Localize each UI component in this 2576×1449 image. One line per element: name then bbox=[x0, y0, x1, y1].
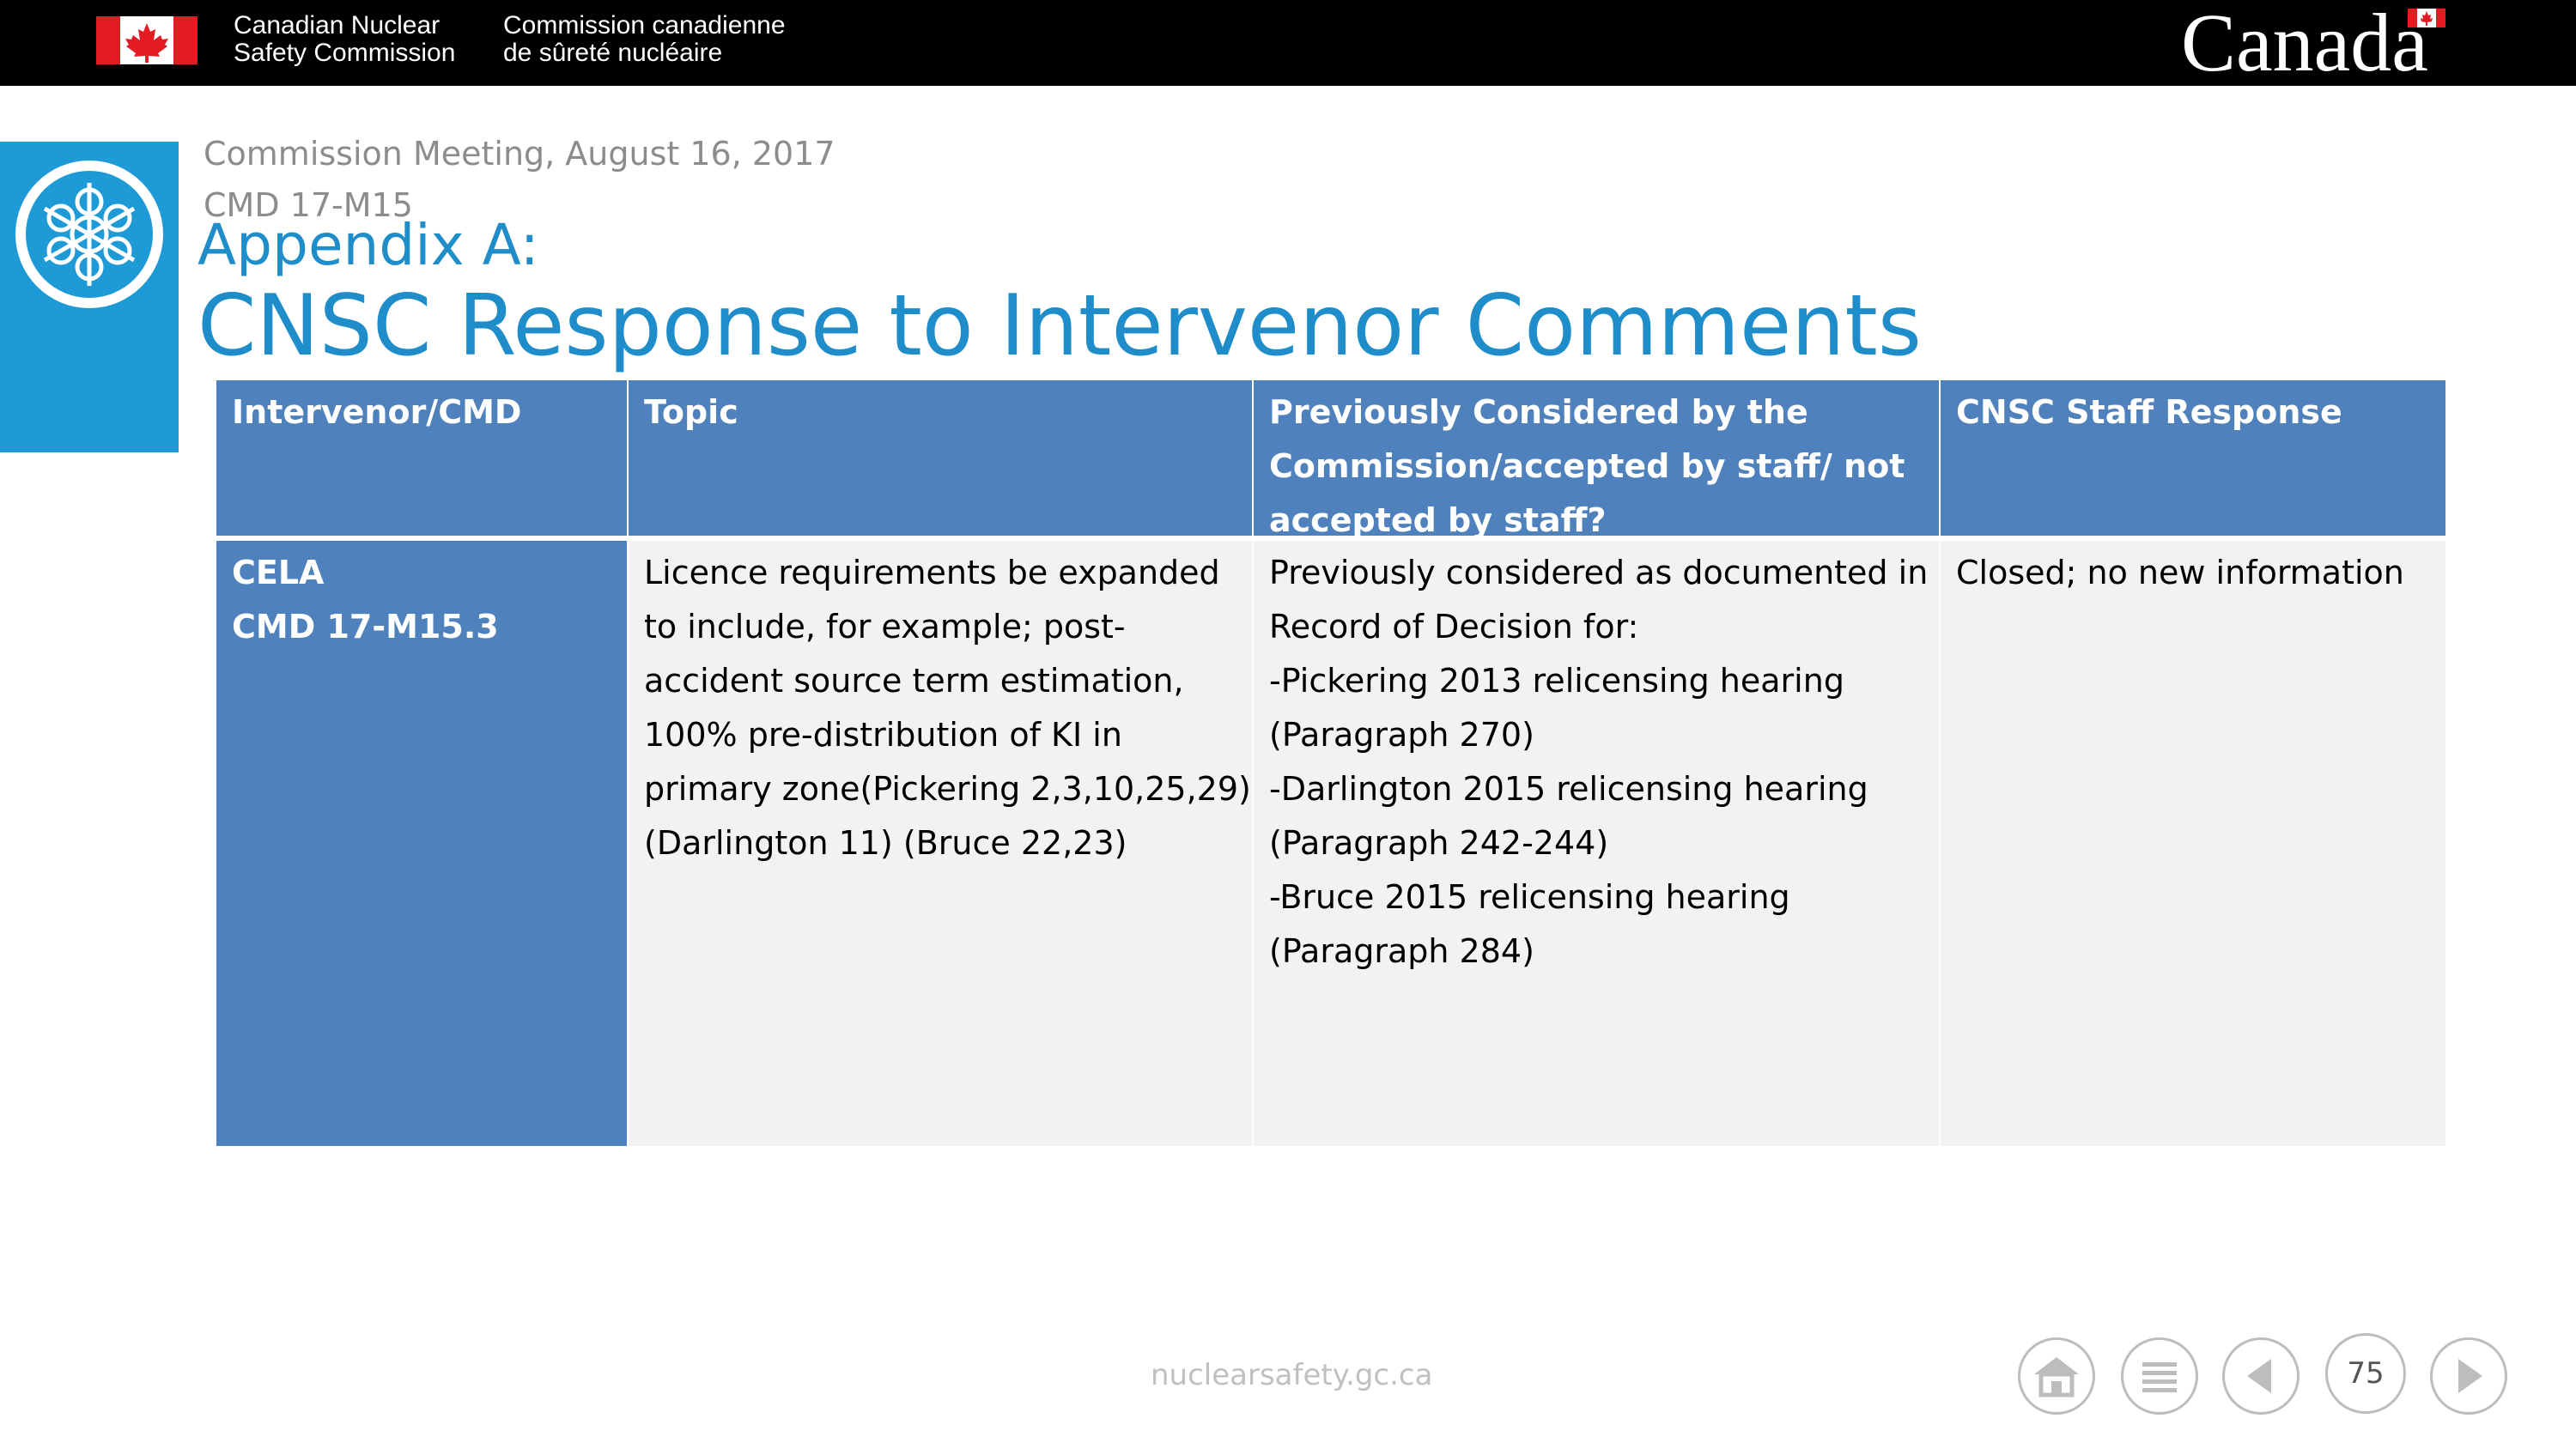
menu-button[interactable] bbox=[2121, 1337, 2198, 1415]
cell-intervenor: CELA CMD 17-M15.3 bbox=[216, 541, 627, 1146]
cell-staff-response: Closed; no new information bbox=[1941, 541, 2445, 1146]
intervenor-comments-table: Intervenor/CMD Topic Previously Consider… bbox=[216, 380, 2445, 1146]
canada-wordmark: Canada bbox=[2181, 0, 2428, 88]
home-icon bbox=[2034, 1357, 2079, 1397]
header-intervenor: Intervenor/CMD bbox=[216, 380, 627, 536]
previous-icon bbox=[2247, 1359, 2271, 1393]
cell-previously-considered: Previously considered as documented in R… bbox=[1254, 541, 1939, 1146]
next-slide-button[interactable] bbox=[2430, 1337, 2507, 1415]
header-previously-considered: Previously Considered by the Commission/… bbox=[1254, 380, 1939, 539]
previous-slide-button[interactable] bbox=[2222, 1337, 2300, 1415]
home-button[interactable] bbox=[2018, 1337, 2095, 1415]
government-header-bar: Canadian Nuclear Safety Commission Commi… bbox=[0, 0, 2576, 86]
cell-topic: Licence requirements be expanded to incl… bbox=[629, 541, 1252, 1146]
cnsc-emblem-icon bbox=[15, 161, 163, 308]
appendix-label: Appendix A: bbox=[197, 212, 539, 278]
slide-title: CNSC Response to Intervenor Comments bbox=[197, 277, 1922, 375]
footer-url[interactable]: nuclearsafety.gc.ca bbox=[1151, 1358, 1432, 1392]
agency-name-english: Canadian Nuclear Safety Commission bbox=[234, 11, 456, 67]
meeting-date: Commission Meeting, August 16, 2017 bbox=[204, 135, 835, 173]
page-number: 75 bbox=[2325, 1333, 2406, 1414]
agency-name-french: Commission canadienne de sûreté nucléair… bbox=[503, 11, 786, 67]
header-topic: Topic bbox=[629, 380, 1252, 536]
wordmark-flag-icon bbox=[2408, 9, 2445, 27]
canada-flag-icon bbox=[96, 16, 197, 64]
menu-icon bbox=[2142, 1362, 2177, 1392]
header-staff-response: CNSC Staff Response bbox=[1941, 380, 2445, 536]
next-icon bbox=[2458, 1359, 2482, 1393]
